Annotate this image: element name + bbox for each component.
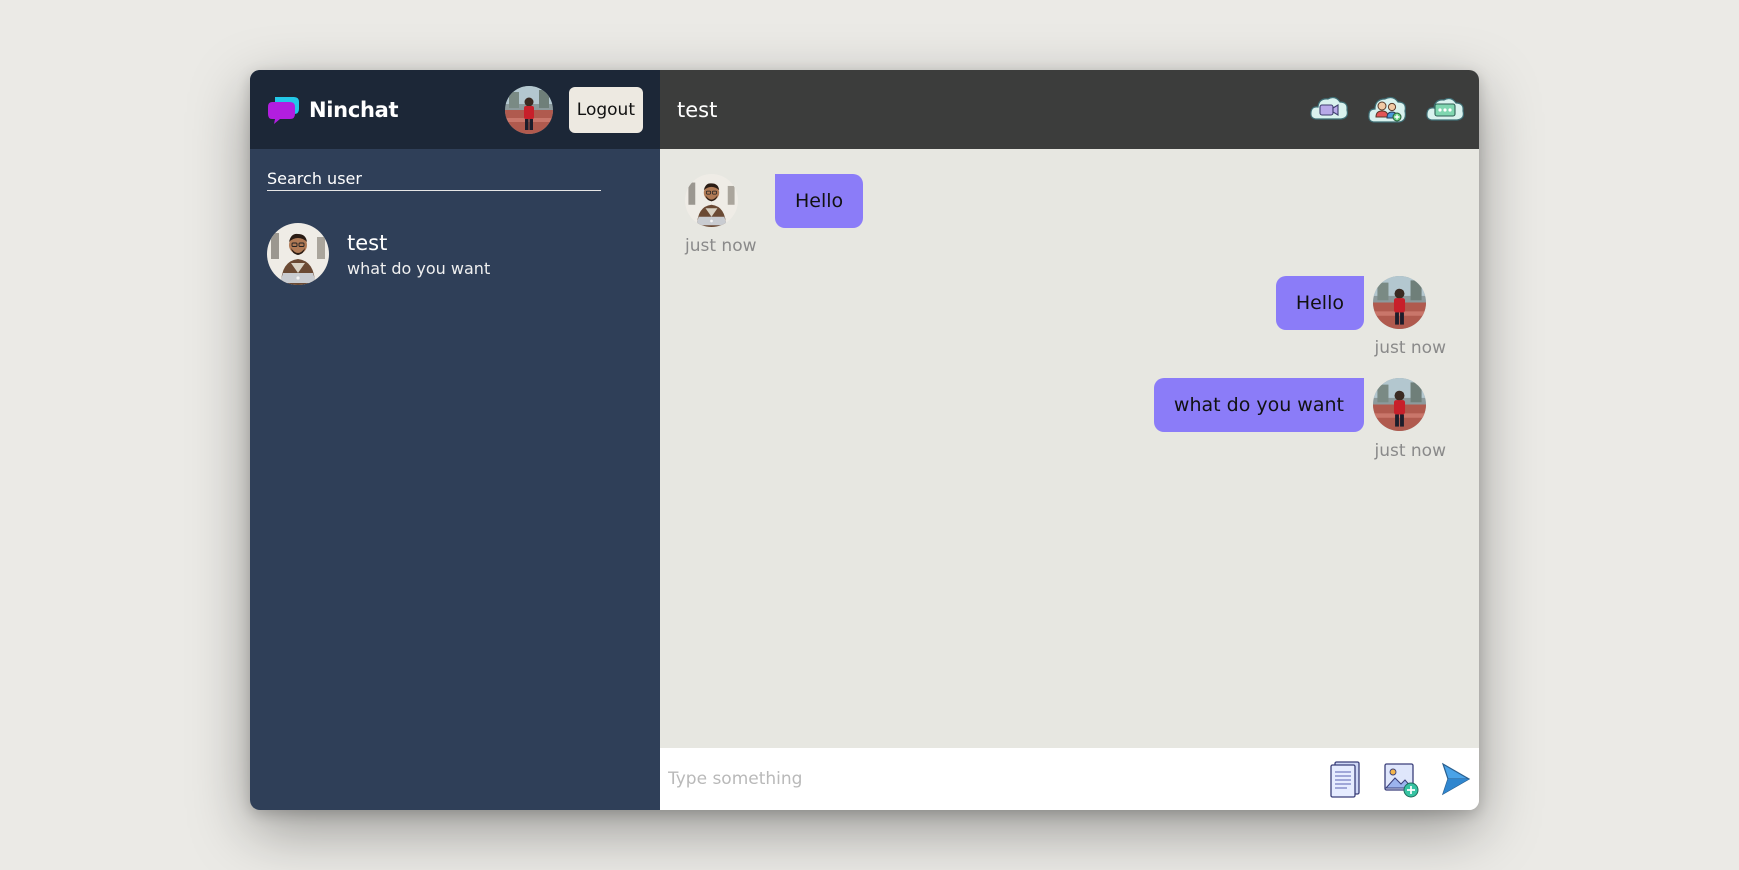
sidebar: Ninchat Logout test what do you want — [250, 70, 660, 810]
chat-title: test — [677, 97, 718, 122]
more-options-icon[interactable] — [1424, 89, 1466, 131]
message-time: just now — [1374, 441, 1446, 461]
message-bubble-incoming: Hello — [775, 174, 864, 228]
current-user-avatar[interactable] — [505, 86, 553, 134]
video-call-icon[interactable] — [1308, 89, 1350, 131]
attach-file-icon[interactable] — [1329, 760, 1361, 798]
contact-info: test what do you want — [347, 231, 490, 278]
chat-header-actions — [1308, 89, 1466, 131]
message-input[interactable] — [668, 769, 1329, 789]
navbar: Ninchat Logout — [250, 70, 660, 149]
own-avatar — [1373, 378, 1426, 431]
send-icon[interactable] — [1441, 762, 1471, 796]
add-friend-icon[interactable] — [1366, 89, 1408, 131]
messages-area: Hello just now Hello just now what do yo… — [660, 149, 1479, 748]
contact-last-message: what do you want — [347, 258, 491, 278]
add-image-icon[interactable] — [1383, 760, 1419, 798]
message-bubble-outgoing: Hello — [1275, 276, 1364, 330]
own-avatar — [1373, 276, 1426, 329]
input-actions — [1329, 760, 1471, 798]
receiver-avatar-wrapper — [1373, 276, 1426, 329]
current-user: Logout — [505, 86, 643, 134]
message-incoming — [685, 174, 738, 227]
chat-app-window: Ninchat Logout test what do you want tes… — [250, 70, 1479, 810]
app-logo: Ninchat — [268, 95, 399, 125]
chat-header: test — [660, 70, 1479, 149]
chat-panel: test Hello just now Hello just now what … — [660, 70, 1479, 810]
message-time: just now — [685, 236, 757, 256]
contact-name: test — [347, 230, 388, 255]
logout-button[interactable]: Logout — [568, 86, 643, 133]
search-bar — [250, 149, 660, 191]
message-text: Hello — [775, 174, 864, 228]
message-text: Hello — [1275, 276, 1364, 330]
chat-bubbles-logo-icon — [268, 96, 299, 124]
receiver-avatar-wrapper — [1373, 378, 1426, 431]
message-time: just now — [1374, 338, 1446, 358]
contact-list-item[interactable]: test what do you want — [250, 191, 660, 285]
message-bubble-outgoing: what do you want — [1153, 378, 1364, 432]
contact-avatar — [267, 223, 329, 285]
sender-avatar — [685, 174, 738, 227]
message-input-bar — [660, 748, 1479, 810]
message-text: what do you want — [1153, 378, 1364, 432]
app-name: Ninchat — [309, 97, 399, 122]
search-user-input[interactable] — [267, 167, 601, 191]
